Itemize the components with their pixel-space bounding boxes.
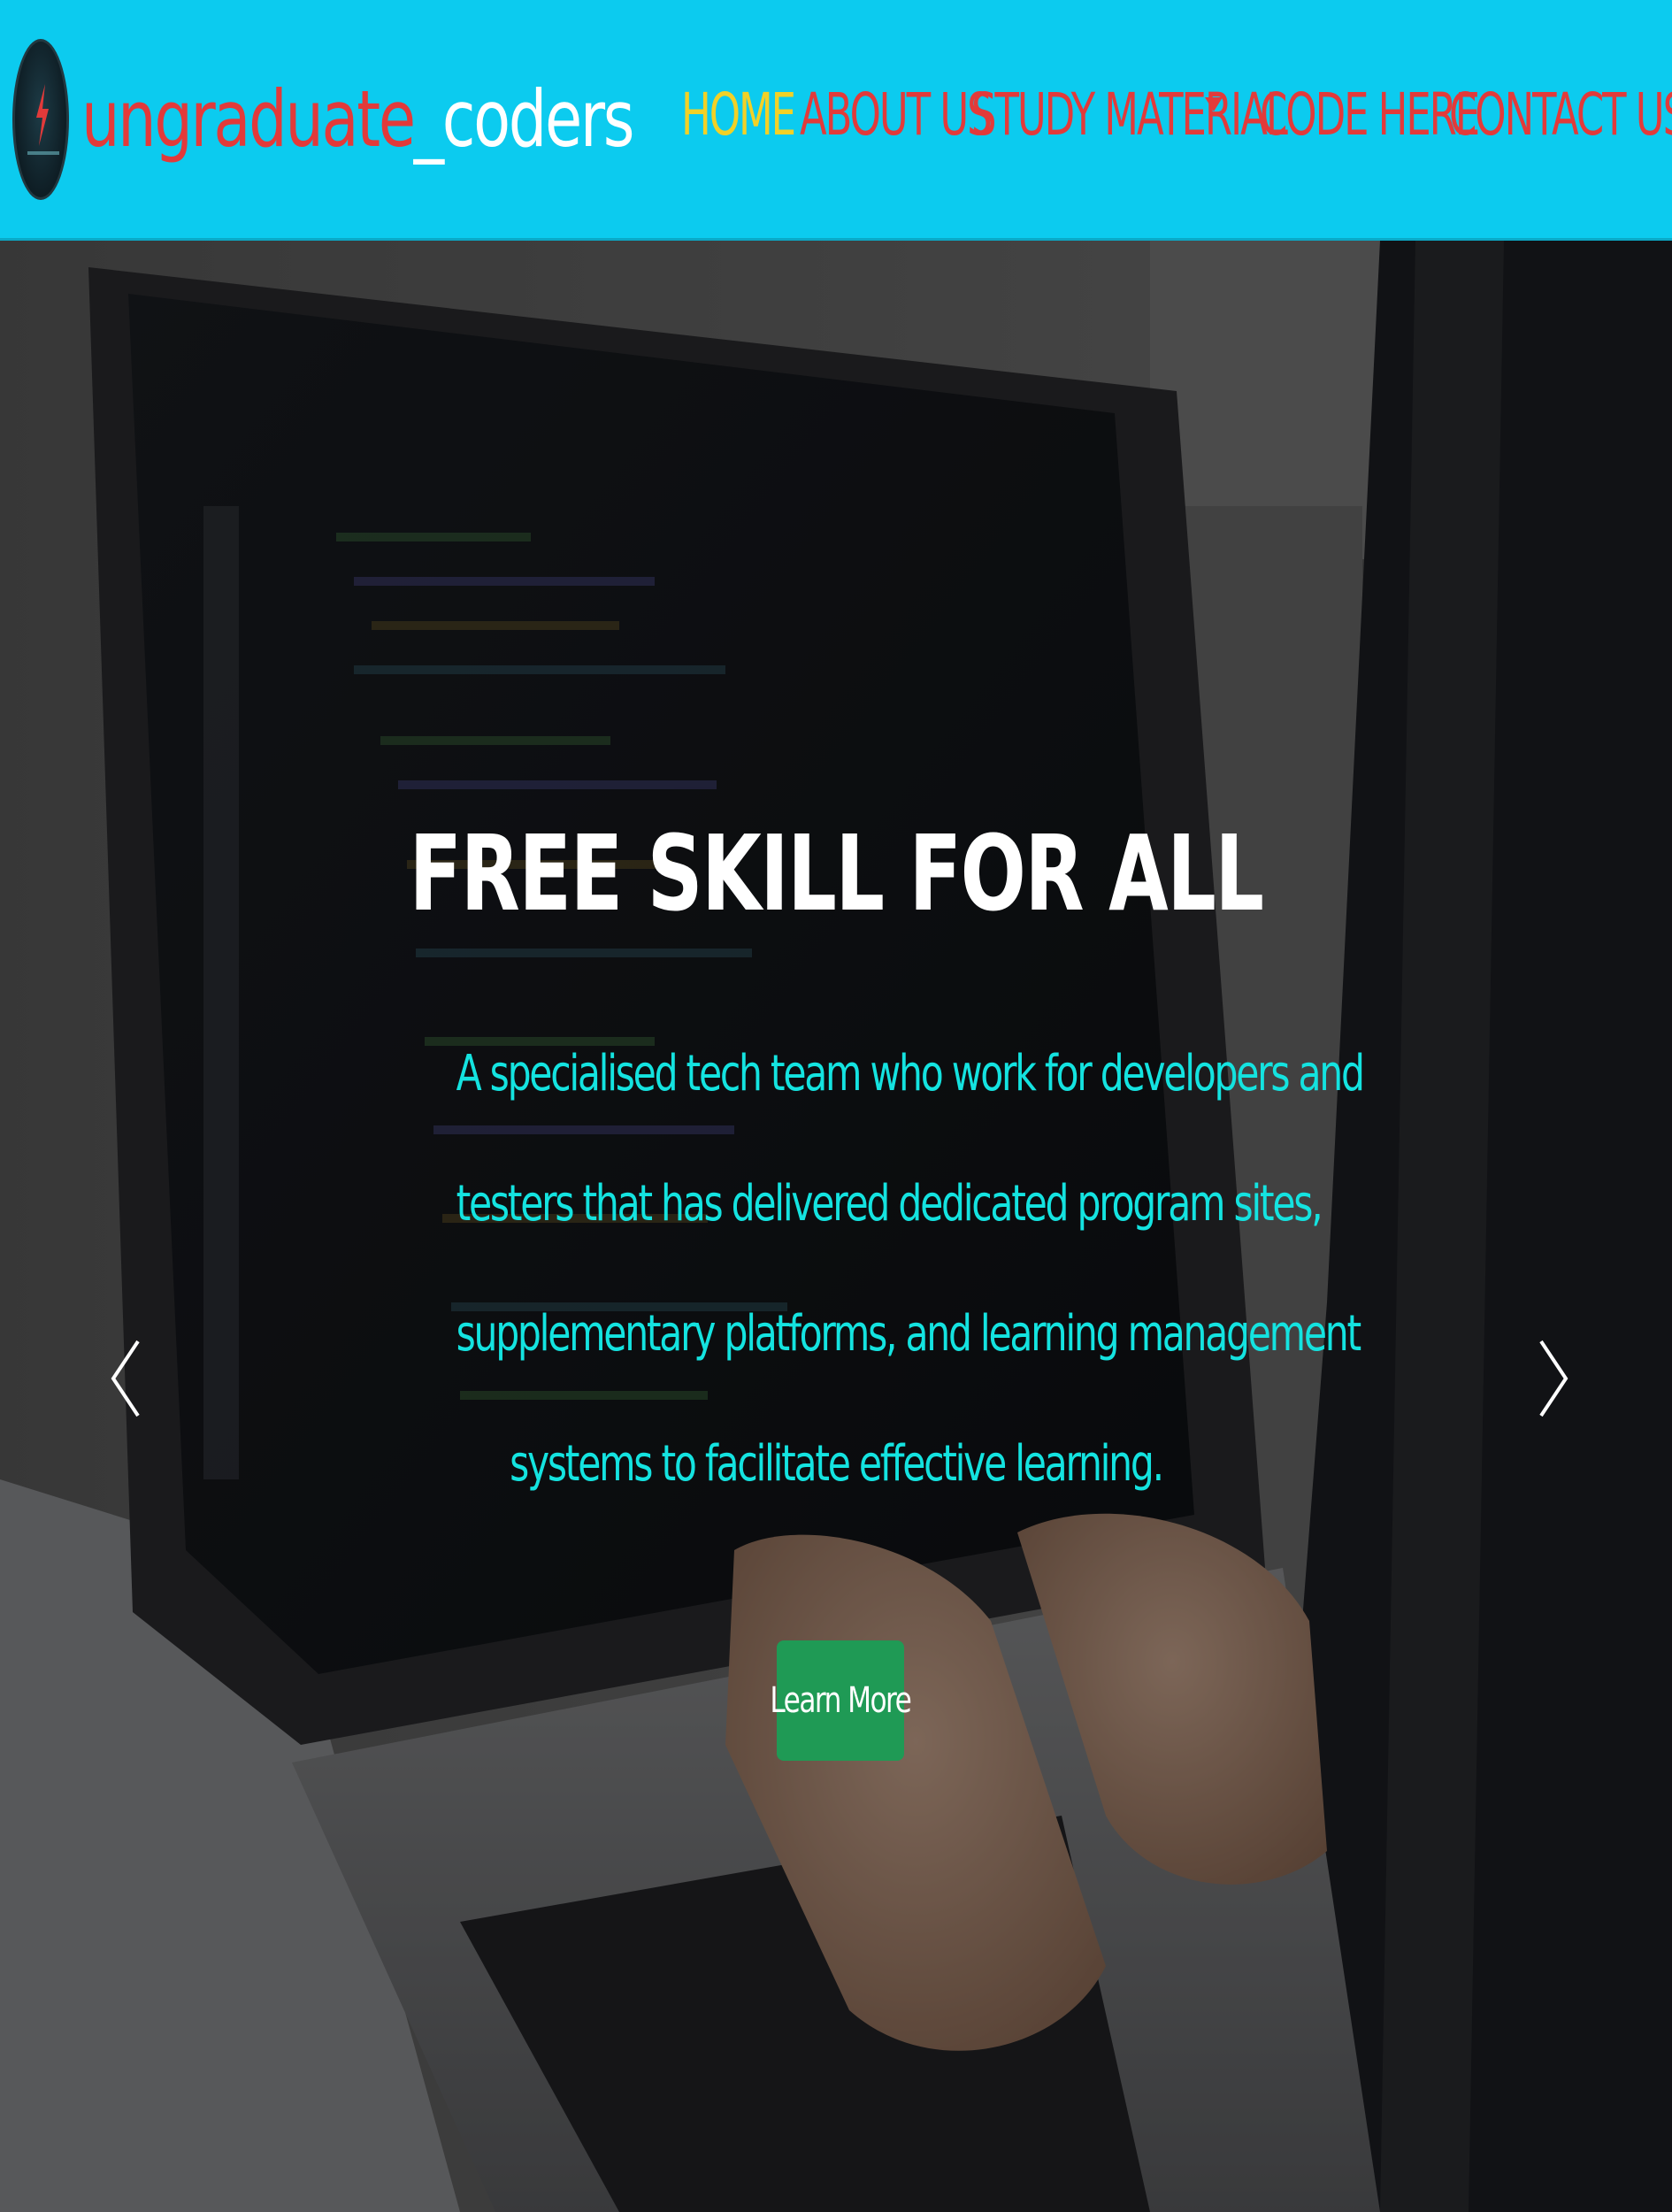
top-navbar: ungraduate_coders HOME ABOUT US STUDY MA… (0, 0, 1672, 241)
hero-description-line-3: supplementary platforms, and learning ma… (456, 1305, 1362, 1363)
chevron-right-icon[interactable] (1527, 1325, 1580, 1432)
hero-description: A specialised tech team who work for dev… (336, 1009, 1365, 1529)
hero-description-line-4: systems to facilitate effective learning… (510, 1435, 1164, 1493)
dropdown-caret-icon[interactable] (1205, 97, 1223, 111)
hero-title: FREE SKILL FOR ALL (409, 812, 1264, 934)
nav-study-material[interactable]: STUDY MATERIAL (971, 71, 1288, 159)
learn-more-label: Learn More (770, 1680, 912, 1721)
learn-more-button[interactable]: Learn More (771, 1640, 912, 1761)
nav-code-here[interactable]: CODE HERE (1260, 71, 1480, 159)
hero-description-line-2: testers that has delivered dedicated pro… (456, 1175, 1323, 1233)
nav-contact-us[interactable]: CONTACT US (1449, 71, 1672, 159)
chevron-left-icon[interactable] (99, 1325, 152, 1432)
hero-description-line-1: A specialised tech team who work for dev… (456, 1045, 1365, 1102)
nav-about-us[interactable]: ABOUT US (800, 71, 993, 159)
hero-carousel: FREE SKILL FOR ALL A specialised tech te… (0, 241, 1672, 2212)
main-nav: HOME ABOUT US STUDY MATERIAL CODE HERE C… (0, 71, 1672, 159)
nav-home[interactable]: HOME (681, 71, 796, 159)
